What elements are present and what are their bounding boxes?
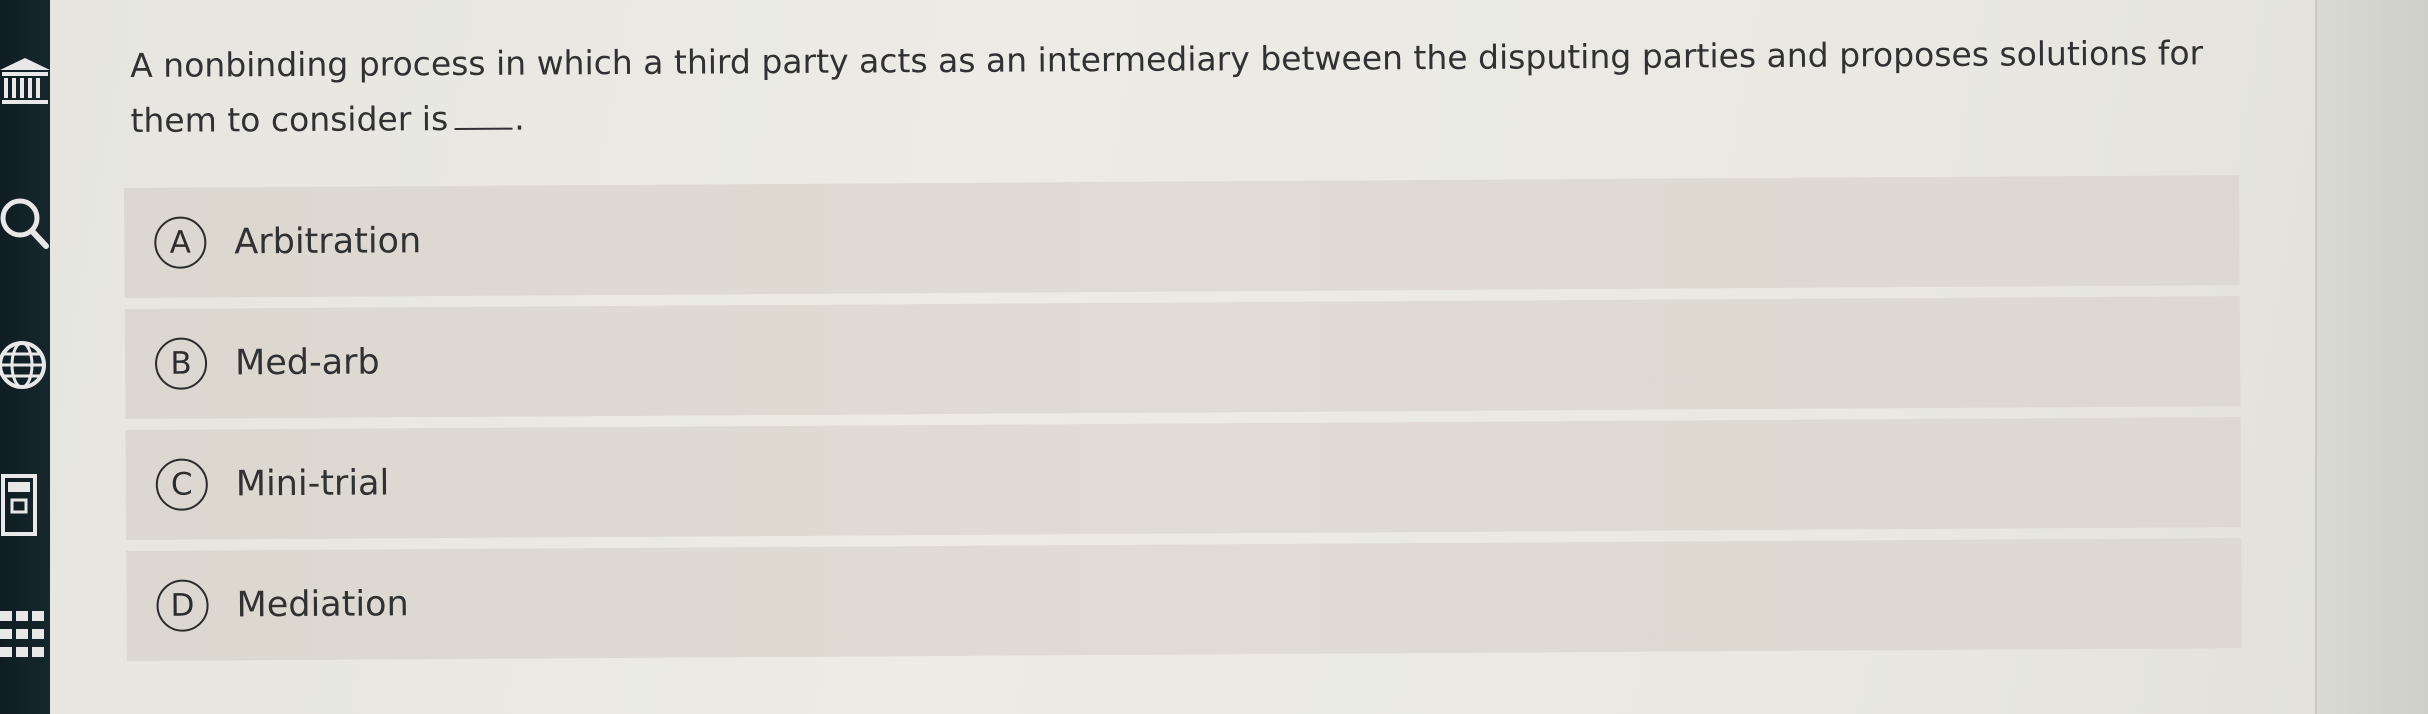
option-c[interactable]: C Mini-trial [125, 417, 2242, 540]
option-a[interactable]: A Arbitration [124, 175, 2240, 298]
option-letter-badge: D [156, 579, 209, 632]
option-letter-badge: A [154, 216, 207, 269]
option-letter-badge: B [154, 337, 208, 390]
option-b[interactable]: B Med-arb [124, 296, 2241, 419]
answer-blank [454, 99, 513, 131]
globe-icon[interactable] [0, 330, 50, 400]
question-stem: A nonbinding process in which a third pa… [130, 33, 2204, 140]
calculator-icon[interactable] [0, 470, 50, 540]
option-label: Mediation [236, 584, 409, 626]
option-letter-badge: C [155, 458, 208, 511]
apps-grid-icon[interactable] [0, 605, 50, 675]
option-d[interactable]: D Mediation [126, 538, 2242, 661]
search-icon[interactable] [0, 190, 50, 260]
option-label: Arbitration [234, 221, 422, 263]
institution-icon[interactable] [0, 52, 50, 112]
question-suffix: . [514, 98, 525, 138]
question-text: A nonbinding process in which a third pa… [130, 25, 2231, 148]
option-label: Med-arb [234, 342, 380, 384]
left-sidebar [0, 0, 50, 714]
answer-options: A Arbitration B Med-arb C Mini-trial D M… [124, 175, 2242, 672]
right-panel [2315, 0, 2428, 714]
option-label: Mini-trial [235, 463, 390, 505]
